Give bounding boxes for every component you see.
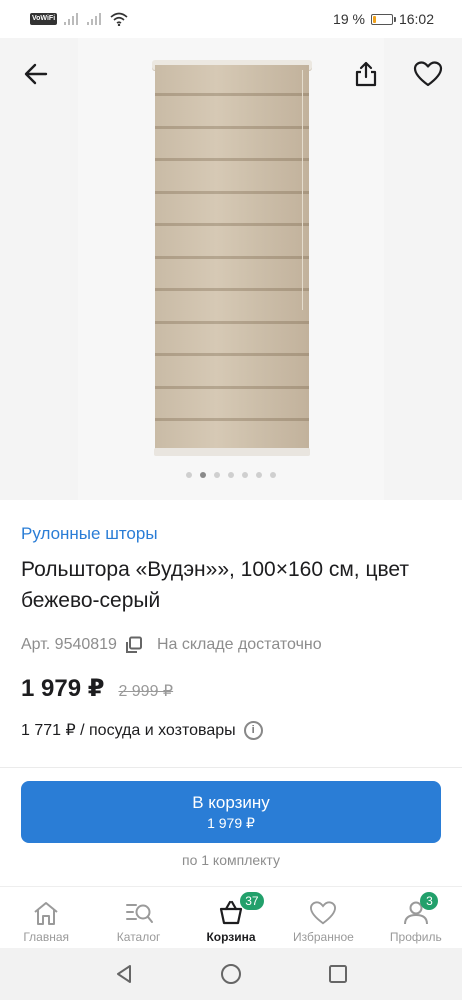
catalog-search-icon [125,904,153,923]
status-bar: VoWiFi 19 % 16:02 [0,0,462,38]
status-left: VoWiFi [30,12,128,26]
nav-label-favorites: Избранное [293,930,354,944]
blind-fabric [155,65,309,451]
copy-icon[interactable] [125,636,143,654]
status-right: 19 % 16:02 [333,11,434,27]
blind-stripe [155,353,309,356]
blind-cord [302,70,303,310]
blind-stripe [155,418,309,421]
share-icon [355,61,377,87]
home-circle-icon[interactable] [220,963,242,985]
back-triangle-icon[interactable] [113,963,135,985]
signal-icon [64,13,79,25]
blind-stripe [155,320,309,324]
signal-icon-2 [87,13,102,25]
gallery-dot[interactable] [270,472,276,478]
promo-price: 1 771 ₽ / посуда и хозтовары i [21,720,263,740]
arrow-left-icon [24,63,48,85]
category-link[interactable]: Рулонные шторы [21,524,158,544]
wifi-icon [110,12,128,26]
gallery-dot[interactable] [228,472,234,478]
blind-stripe [155,223,309,226]
blind-stripe [155,288,309,291]
nav-item-profile[interactable]: 3 Профиль [370,887,462,948]
recents-square-icon[interactable] [327,963,349,985]
gallery-dot[interactable] [200,472,206,478]
current-price: 1 979 ₽ [21,675,105,702]
article-number: Арт. 9540819 [21,636,117,653]
gallery-dot[interactable] [214,472,220,478]
nav-label-profile: Профиль [389,930,442,944]
product-meta: Арт. 9540819 На складе достаточно [21,636,322,654]
clock: 16:02 [398,11,434,27]
product-photo [78,38,384,500]
price-row: 1 979 ₽ 2 999 ₽ [21,674,173,703]
blind-stripe [155,190,309,194]
blind-stripe [155,385,309,389]
divider [0,767,462,768]
gallery-dot[interactable] [186,472,192,478]
heart-icon [310,901,337,925]
nav-label-catalog: Каталог [116,930,161,944]
profile-badge: 3 [420,892,439,910]
back-button[interactable] [16,54,56,94]
add-to-cart-button[interactable]: В корзину 1 979 ₽ [21,781,441,843]
nav-label-home: Главная [23,930,70,944]
stock-status: На складе достаточно [156,636,322,653]
battery-icon [370,13,396,25]
bottom-navigation: Главная Каталог 37 Корзина Избранное 3 П… [0,886,462,948]
gallery-pagination[interactable] [0,472,462,478]
blind-stripe [155,125,309,129]
info-icon[interactable]: i [243,720,263,740]
blind-stripe [155,255,309,259]
add-to-cart-price: 1 979 ₽ [207,814,255,831]
cart-badge: 37 [240,892,264,910]
home-icon [34,902,58,925]
share-button[interactable] [346,54,386,94]
add-to-cart-label: В корзину [192,792,270,812]
product-gallery[interactable] [0,38,462,500]
system-navigation [0,948,462,1000]
nav-item-favorites[interactable]: Избранное [277,887,369,948]
network-badge: VoWiFi [30,13,58,25]
blind-stripe [155,93,309,96]
gallery-dot[interactable] [242,472,248,478]
product-title: Рольштора «Вудэн»», 100×160 см, цвет беж… [21,558,410,612]
favorite-button[interactable] [408,54,448,94]
blind-stripe [155,158,309,161]
per-set-note: по 1 комплекту [181,852,280,868]
nav-item-home[interactable]: Главная [0,887,92,948]
battery-percent: 19 % [333,11,365,27]
nav-item-catalog[interactable]: Каталог [92,887,184,948]
nav-item-cart[interactable]: 37 Корзина [185,887,277,948]
promo-price-text: 1 771 ₽ / посуда и хозтовары [21,722,236,739]
nav-label-cart: Корзина [206,930,256,944]
old-price: 2 999 ₽ [118,683,174,700]
heart-icon [413,61,443,87]
blind-bottom-rail [154,448,310,456]
gallery-dot[interactable] [256,472,262,478]
